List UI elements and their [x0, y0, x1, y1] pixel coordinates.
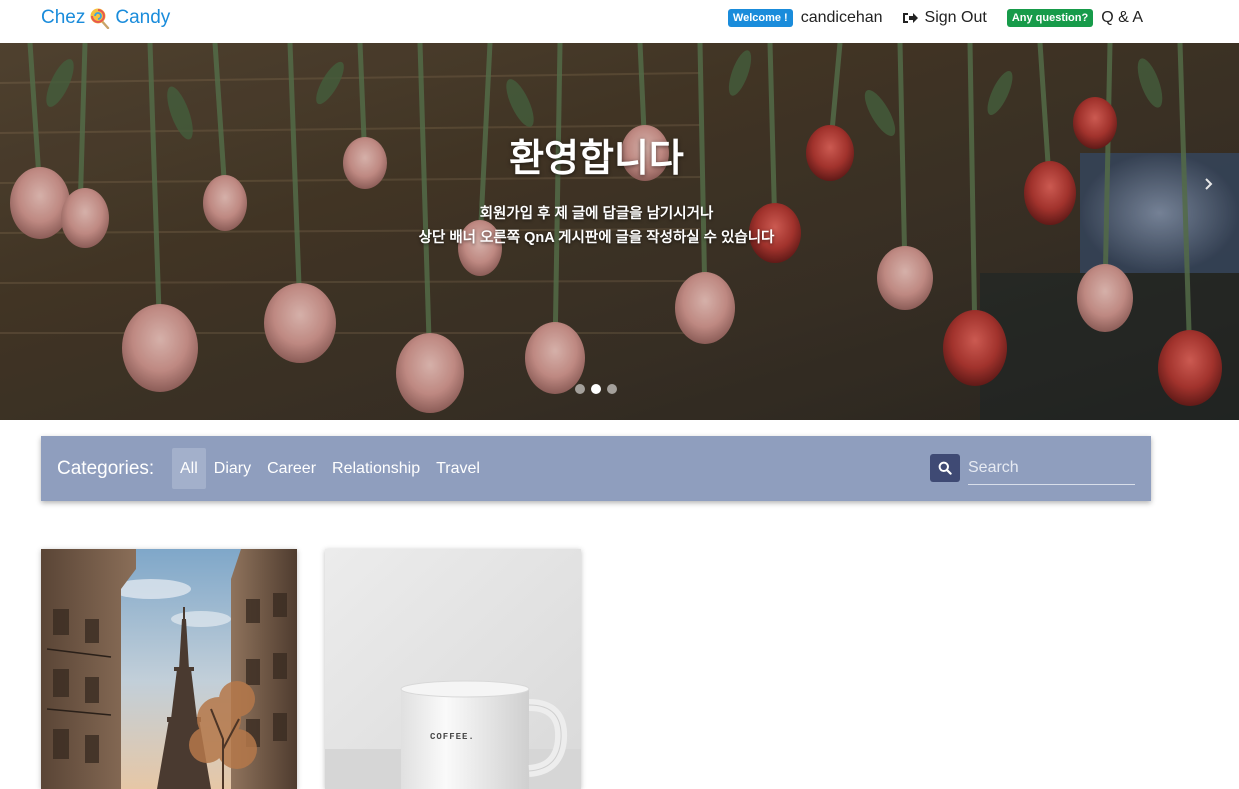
post-card-eiffel[interactable] — [41, 549, 297, 789]
carousel-indicator-2[interactable] — [591, 384, 601, 394]
category-bar: Categories: All Diary Career Relationshi… — [41, 436, 1151, 501]
carousel-next-arrow-icon[interactable] — [1200, 173, 1218, 195]
search-icon — [938, 461, 952, 475]
brand-logo[interactable]: Chez Candy — [41, 7, 170, 29]
sign-out-link[interactable]: Sign Out — [902, 9, 987, 27]
coffee-mug-image — [325, 549, 581, 789]
eiffel-tower-street-image — [41, 549, 297, 789]
category-tabs: All Diary Career Relationship Travel — [172, 448, 488, 489]
category-tab-relationship[interactable]: Relationship — [324, 448, 428, 489]
welcome-badge: Welcome ! — [727, 9, 793, 27]
category-tab-travel[interactable]: Travel — [428, 448, 488, 489]
sign-out-label: Sign Out — [924, 9, 987, 26]
lollipop-icon — [90, 8, 110, 29]
category-tab-all[interactable]: All — [172, 448, 206, 489]
post-card-coffee[interactable]: COFFEE. — [325, 549, 581, 789]
search-input[interactable] — [968, 451, 1135, 485]
top-navbar: Chez Candy Welcome ! candicehan Sign Out… — [0, 0, 1239, 43]
category-tab-career[interactable]: Career — [259, 448, 324, 489]
sign-out-icon — [902, 13, 918, 23]
categories-label: Categories: — [57, 458, 155, 479]
hero-title: 환영합니다 — [509, 138, 684, 180]
brand-name-left: Chez — [41, 7, 86, 28]
search-button[interactable] — [930, 454, 960, 482]
brand-name-right: Candy — [115, 7, 171, 28]
hero-carousel: 환영합니다 회원가입 후 제 글에 답글을 남기시거나 상단 배너 오른쪽 Qn… — [0, 43, 1239, 420]
navbar-user-area: Welcome ! candicehan Sign Out Any questi… — [727, 9, 1143, 27]
carousel-indicator-1[interactable] — [575, 384, 585, 394]
carousel-indicator-3[interactable] — [607, 384, 617, 394]
question-badge: Any question? — [1006, 9, 1094, 27]
username-label[interactable]: candicehan — [801, 9, 883, 27]
category-tab-diary[interactable]: Diary — [206, 448, 259, 489]
hero-subtitle-line2: 상단 배너 오른쪽 QnA 게시판에 글을 작성하실 수 있습니다 — [418, 230, 775, 246]
hero-subtitle-line1: 회원가입 후 제 글에 답글을 남기시거나 — [479, 206, 714, 222]
qna-link[interactable]: Q & A — [1101, 9, 1143, 27]
mug-text: COFFEE. — [430, 732, 475, 742]
carousel-indicators — [575, 384, 617, 394]
